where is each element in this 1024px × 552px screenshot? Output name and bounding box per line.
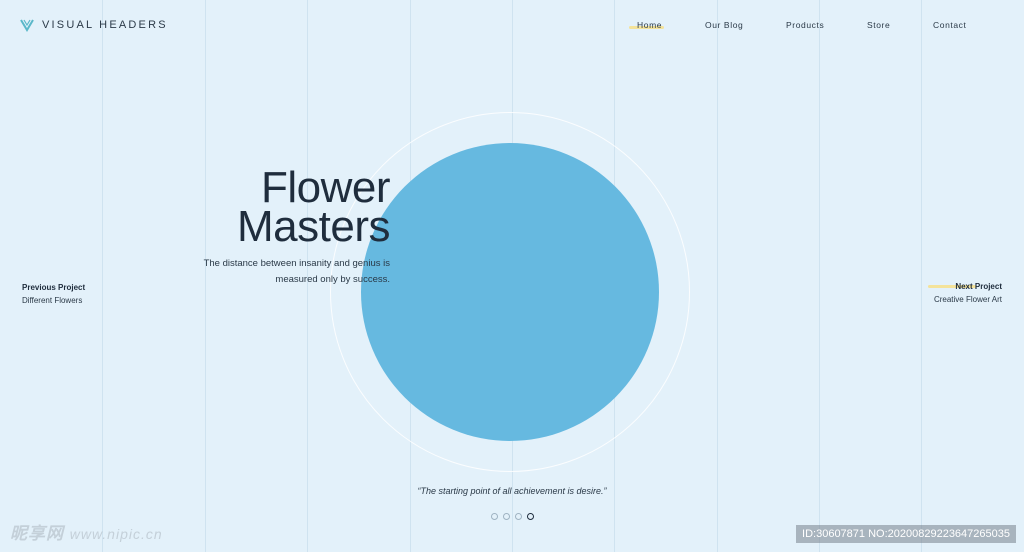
- nav-store[interactable]: Store: [867, 20, 890, 30]
- pagination-dot[interactable]: [515, 513, 522, 520]
- slider-pagination: [491, 513, 534, 520]
- hero-circle: [361, 143, 659, 441]
- main-nav: Home Our Blog Products Store Contact: [0, 20, 1024, 34]
- grid-line: [921, 0, 922, 552]
- hero-title-line2: Masters: [237, 202, 390, 251]
- previous-project-label: Previous Project: [22, 283, 86, 292]
- watermark-logo: 昵享网 www.nipic.cn: [10, 519, 163, 544]
- pagination-dot-active[interactable]: [527, 513, 534, 520]
- hero-subtitle: The distance between insanity and genius…: [203, 258, 390, 285]
- previous-project-name: Different Flowers: [22, 296, 83, 305]
- nav-contact[interactable]: Contact: [933, 20, 967, 30]
- watermark-id: ID:30607871 NO:20200829223647265035: [796, 525, 1016, 543]
- pagination-dot[interactable]: [491, 513, 498, 520]
- watermark-url: www.nipic.cn: [69, 526, 163, 542]
- next-project-label: Next Project: [927, 280, 1002, 293]
- next-project-link[interactable]: Next Project Creative Flower Art: [927, 280, 1002, 306]
- nav-home[interactable]: Home: [628, 20, 665, 30]
- grid-line: [102, 0, 103, 552]
- next-project-name: Creative Flower Art: [933, 295, 1002, 304]
- watermark-logo-text: 昵享网: [10, 524, 64, 543]
- grid-line: [819, 0, 820, 552]
- nav-products[interactable]: Products: [786, 20, 824, 30]
- nav-our-blog[interactable]: Our Blog: [705, 20, 743, 30]
- quote-text: “The starting point of all achievement i…: [417, 486, 607, 496]
- previous-project-link[interactable]: Previous Project Different Flowers: [22, 281, 85, 307]
- pagination-dot[interactable]: [503, 513, 510, 520]
- hero-title: Flower Masters: [237, 166, 390, 251]
- grid-line: [717, 0, 718, 552]
